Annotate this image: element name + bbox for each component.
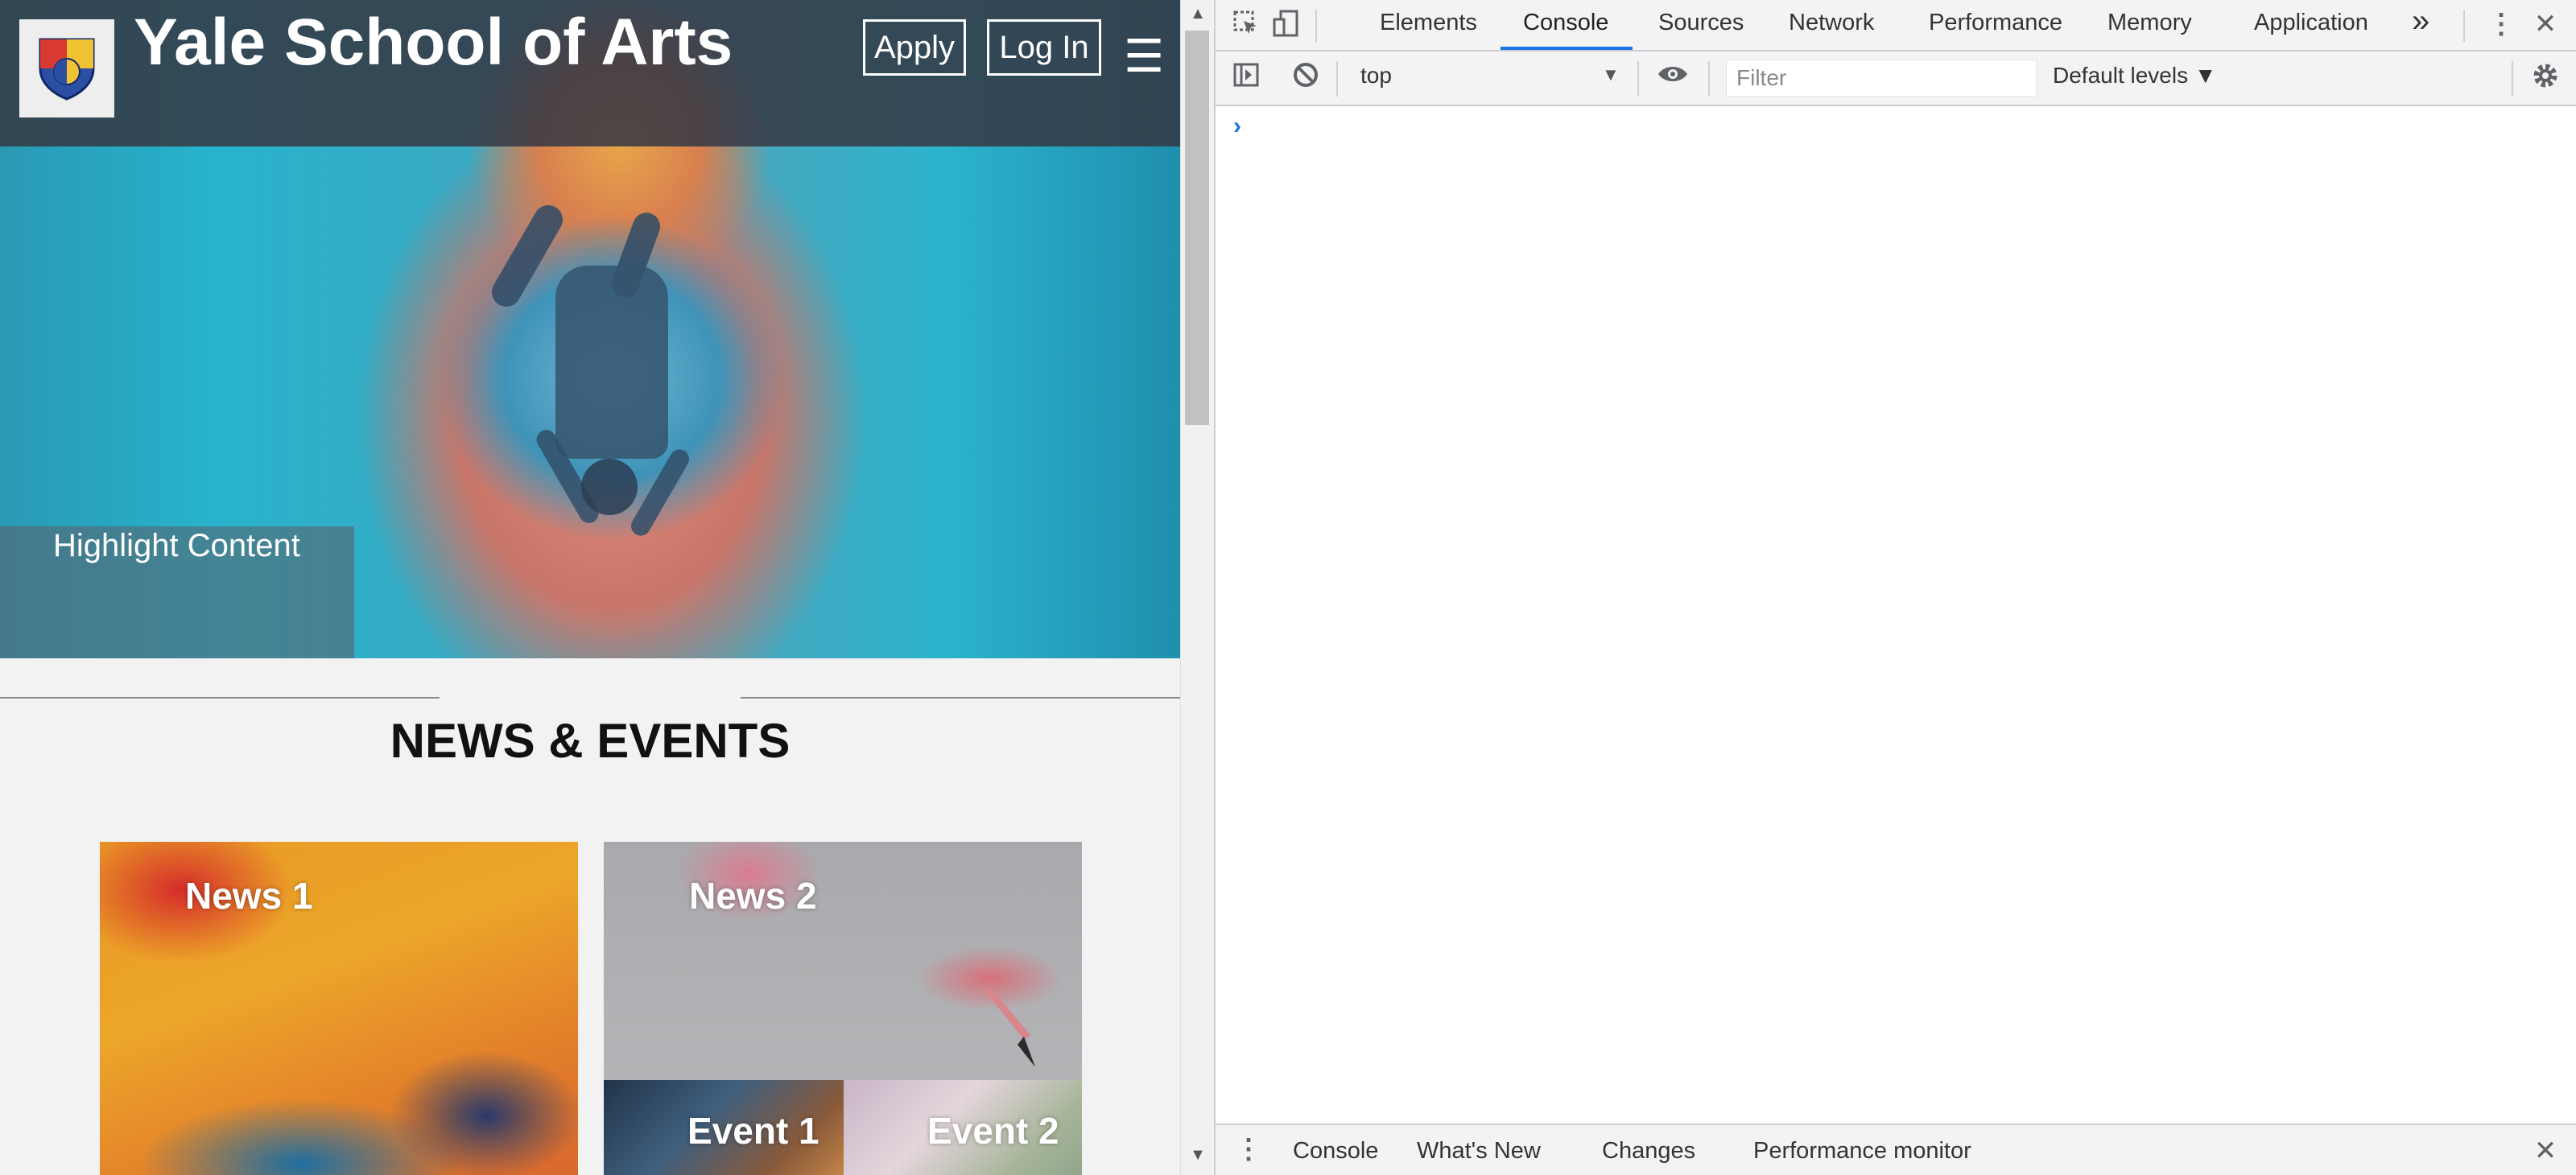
console-toolbar: top ▼ Default levels ▼ (1216, 52, 2576, 106)
web-page-viewport: Yale School of Arts Apply Log In ☰ Highl… (0, 0, 1180, 1175)
eye-icon[interactable] (1655, 61, 1690, 93)
news-card-label: News 1 (185, 875, 313, 917)
drawer-tab-whats-new[interactable]: What's New (1417, 1138, 1541, 1165)
more-vertical-icon[interactable]: ⋮ (2487, 8, 2515, 40)
chevron-down-icon[interactable]: ▼ (1602, 64, 1620, 85)
inspect-element-icon[interactable] (1230, 10, 1262, 44)
sidebar-toggle-icon[interactable] (1230, 61, 1262, 96)
toolbar-separator (1336, 61, 1338, 97)
toolbar-separator (1708, 61, 1710, 97)
device-toolbar-icon[interactable] (1270, 10, 1302, 46)
clear-console-icon[interactable] (1290, 61, 1322, 96)
drawer-tab-performance-monitor[interactable]: Performance monitor (1753, 1138, 1971, 1165)
devtools-panel: Elements Console Sources Network Perform… (1214, 0, 2576, 1175)
site-title: Yale School of Arts (134, 6, 733, 79)
filter-input[interactable] (1727, 60, 2028, 96)
toolbar-separator (1315, 10, 1317, 42)
drawer-tab-changes[interactable]: Changes (1602, 1138, 1695, 1165)
filter-field (1726, 60, 2037, 97)
active-tab-indicator (1501, 47, 1633, 50)
divider-right (741, 697, 1180, 699)
close-icon[interactable]: ✕ (2529, 8, 2562, 40)
hero-figure-arm (627, 446, 693, 539)
highlight-content-label[interactable]: Highlight Content (53, 528, 300, 564)
scroll-down-arrow-icon[interactable]: ▼ (1181, 1146, 1215, 1165)
close-drawer-icon[interactable]: ✕ (2529, 1135, 2562, 1167)
tab-performance[interactable]: Performance (1929, 10, 2062, 36)
news-card-label: News 2 (689, 875, 817, 917)
tab-network[interactable]: Network (1789, 10, 1874, 36)
login-button[interactable]: Log In (987, 19, 1101, 76)
event-card-label: Event 1 (687, 1110, 819, 1152)
devtools-tabbar: Elements Console Sources Network Perform… (1216, 0, 2576, 52)
event-card-label: Event 2 (927, 1110, 1059, 1152)
context-selector[interactable]: top (1360, 63, 1392, 89)
apply-button[interactable]: Apply (863, 19, 966, 76)
event-card-1[interactable]: Event 1 (604, 1080, 844, 1175)
toolbar-separator (2512, 61, 2513, 97)
hero-figure-head (581, 459, 638, 515)
paintbrush-icon (985, 987, 1035, 1067)
more-vertical-icon[interactable]: ⋮ (1235, 1133, 1262, 1165)
tab-elements[interactable]: Elements (1380, 10, 1477, 36)
news-card-1[interactable]: News 1 (100, 842, 578, 1175)
more-tabs-icon[interactable]: » (2412, 3, 2429, 39)
hero-figure-body (555, 266, 668, 459)
gear-icon[interactable] (2528, 61, 2563, 97)
toolbar-separator (2463, 10, 2465, 42)
toolbar-separator (1637, 61, 1639, 97)
school-logo[interactable] (19, 19, 114, 118)
drawer-tabbar: ⋮ Console What's New Changes Performance… (1216, 1123, 2576, 1175)
drawer-tab-console[interactable]: Console (1293, 1138, 1378, 1165)
shield-icon (39, 38, 95, 101)
divider-left (0, 697, 440, 699)
tab-console[interactable]: Console (1523, 10, 1608, 36)
log-levels-dropdown[interactable]: Default levels ▼ (2053, 63, 2217, 89)
tab-sources[interactable]: Sources (1658, 10, 1744, 36)
hamburger-menu-icon[interactable]: ☰ (1124, 32, 1164, 80)
page-scrollbar[interactable]: ▲ ▼ (1180, 0, 1214, 1175)
scrollbar-thumb[interactable] (1185, 31, 1209, 425)
scroll-up-arrow-icon[interactable]: ▲ (1181, 5, 1215, 23)
event-card-2[interactable]: Event 2 (844, 1080, 1082, 1175)
tab-memory[interactable]: Memory (2107, 10, 2192, 36)
tab-application[interactable]: Application (2254, 10, 2368, 36)
news-events-heading: NEWS & EVENTS (390, 714, 791, 768)
site-header: Yale School of Arts Apply Log In ☰ (0, 0, 1180, 146)
console-prompt[interactable]: › (1233, 113, 1241, 140)
